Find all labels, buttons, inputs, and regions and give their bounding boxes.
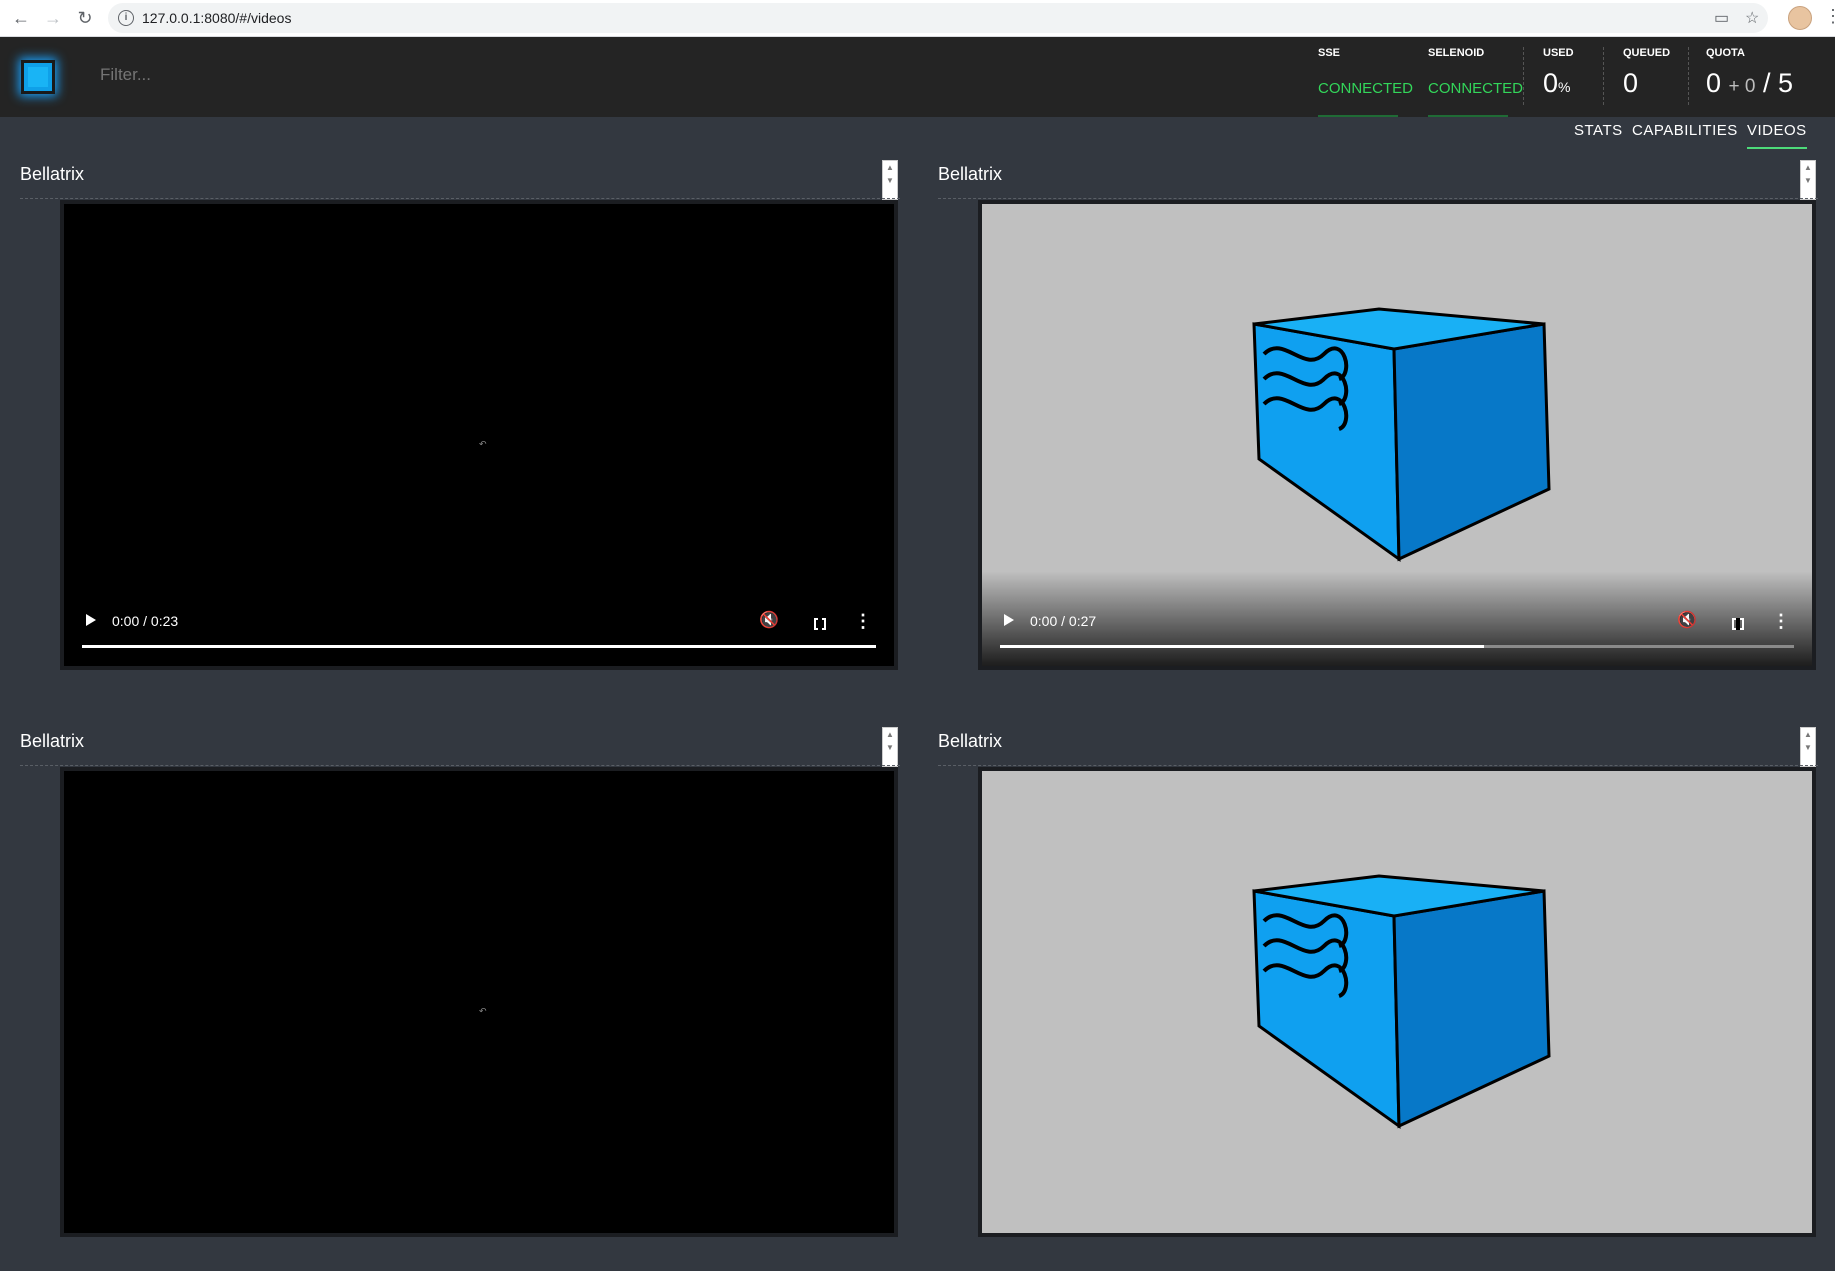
seek-bar-fill	[1000, 645, 1485, 648]
tab-stats[interactable]: STATS	[1574, 122, 1623, 139]
more-options-icon[interactable]: ⋮	[854, 611, 872, 632]
url-text: 127.0.0.1:8080/#/videos	[142, 10, 292, 26]
app-header: SSE CONNECTED SELENOID CONNECTED USED 0%…	[0, 37, 1835, 117]
video-card: Bellatrix ▲ ▼ ↶	[20, 727, 900, 1271]
play-icon[interactable]	[1004, 614, 1014, 626]
card-scrollbar[interactable]: ▲ ▼	[882, 160, 898, 200]
more-options-icon[interactable]: ⋮	[1772, 611, 1790, 632]
sse-label: SSE	[1318, 47, 1341, 59]
card-scrollbar[interactable]: ▲ ▼	[1800, 160, 1816, 200]
video-controls: 0:00 / 0:27 🔇 ⋮	[982, 571, 1812, 666]
quota-stat: QUOTA 0 + 0 / 5	[1706, 37, 1816, 117]
video-player[interactable]: 0:00 / 0:27 🔇 ⋮	[978, 200, 1816, 670]
info-icon[interactable]: i	[118, 10, 134, 26]
used-value: 0%	[1543, 68, 1570, 99]
divider	[1523, 47, 1524, 105]
divider	[1603, 47, 1604, 105]
play-icon[interactable]	[86, 614, 96, 626]
back-arrow-icon[interactable]: ←	[10, 7, 32, 29]
volume-muted-icon[interactable]: 🔇	[759, 610, 779, 630]
card-divider	[20, 198, 900, 199]
quota-used: 0	[1706, 68, 1722, 98]
seek-bar[interactable]	[82, 645, 876, 648]
video-player[interactable]: ↶	[60, 767, 898, 1237]
sse-connection-status: CONNECTED	[1318, 80, 1414, 97]
card-divider	[938, 765, 1818, 766]
tab-capabilities[interactable]: CAPABILITIES	[1632, 122, 1738, 139]
selenoid-connection-status: CONNECTED	[1428, 80, 1524, 97]
divider	[1688, 47, 1689, 105]
selenoid-status: SELENOID CONNECTED	[1428, 37, 1523, 117]
sse-status-underline	[1318, 115, 1398, 117]
selenoid-label: SELENOID	[1428, 47, 1485, 59]
quota-total: / 5	[1763, 68, 1794, 98]
volume-muted-icon[interactable]: 🔇	[1677, 610, 1697, 630]
card-divider	[938, 198, 1818, 199]
browser-toolbar: ← → ↻ i 127.0.0.1:8080/#/videos ▭ ☆ ⋮	[0, 0, 1835, 37]
video-player[interactable]: ↶ 0:00 / 0:23 🔇 ⋮	[60, 200, 898, 670]
video-player[interactable]	[978, 767, 1816, 1237]
forward-arrow-icon[interactable]: →	[42, 7, 64, 29]
queued-value: 0	[1623, 68, 1639, 98]
quota-pending: + 0	[1728, 76, 1756, 97]
video-title: Bellatrix	[938, 164, 1003, 184]
reload-icon[interactable]: ↻	[74, 7, 96, 29]
used-number: 0	[1543, 68, 1559, 98]
fullscreen-icon[interactable]	[1732, 618, 1744, 630]
queued-stat: QUEUED 0	[1623, 37, 1683, 117]
seek-bar[interactable]	[1000, 645, 1794, 648]
active-tab-indicator	[1747, 147, 1807, 149]
tab-videos[interactable]: VIDEOS	[1747, 122, 1807, 139]
cube-logo-icon	[1252, 874, 1551, 1129]
used-unit: %	[1558, 79, 1571, 95]
card-scrollbar[interactable]: ▲ ▼	[882, 727, 898, 767]
video-card: Bellatrix ▲ ▼ ↶ 0:00 / 0:23 🔇 ⋮	[20, 160, 900, 704]
used-stat: USED 0%	[1543, 37, 1603, 117]
sse-status: SSE CONNECTED	[1318, 37, 1413, 117]
mouse-cursor: ↶	[479, 1006, 487, 1016]
cube-logo-icon	[1252, 307, 1551, 562]
quota-label: QUOTA	[1706, 47, 1745, 59]
video-title: Bellatrix	[938, 731, 1003, 751]
address-bar[interactable]: i 127.0.0.1:8080/#/videos ▭ ☆	[108, 3, 1768, 33]
cast-icon[interactable]: ▭	[1714, 8, 1729, 28]
video-card: Bellatrix ▲ ▼	[938, 727, 1818, 1271]
card-scrollbar[interactable]: ▲ ▼	[1800, 727, 1816, 767]
quota-value: 0 + 0 / 5	[1706, 68, 1793, 99]
video-card: Bellatrix ▲ ▼ 0:00 / 0:27 🔇 ⋮	[938, 160, 1818, 704]
used-label: USED	[1543, 47, 1574, 59]
filter-input[interactable]	[100, 65, 600, 85]
browser-menu-icon[interactable]: ⋮	[1824, 6, 1835, 27]
mouse-cursor: ↶	[479, 439, 487, 449]
profile-avatar[interactable]	[1788, 6, 1812, 30]
selenoid-logo-icon[interactable]	[21, 60, 55, 94]
video-time: 0:00 / 0:27	[1030, 613, 1097, 629]
seek-bar-fill	[82, 645, 876, 648]
selenoid-status-underline	[1428, 115, 1508, 117]
video-title: Bellatrix	[20, 164, 85, 184]
video-title: Bellatrix	[20, 731, 85, 751]
video-controls: 0:00 / 0:23 🔇 ⋮	[64, 571, 894, 666]
card-divider	[20, 765, 900, 766]
bookmark-star-icon[interactable]: ☆	[1745, 8, 1759, 28]
queued-label: QUEUED	[1623, 47, 1671, 59]
fullscreen-icon[interactable]	[814, 618, 826, 630]
video-time: 0:00 / 0:23	[112, 613, 179, 629]
